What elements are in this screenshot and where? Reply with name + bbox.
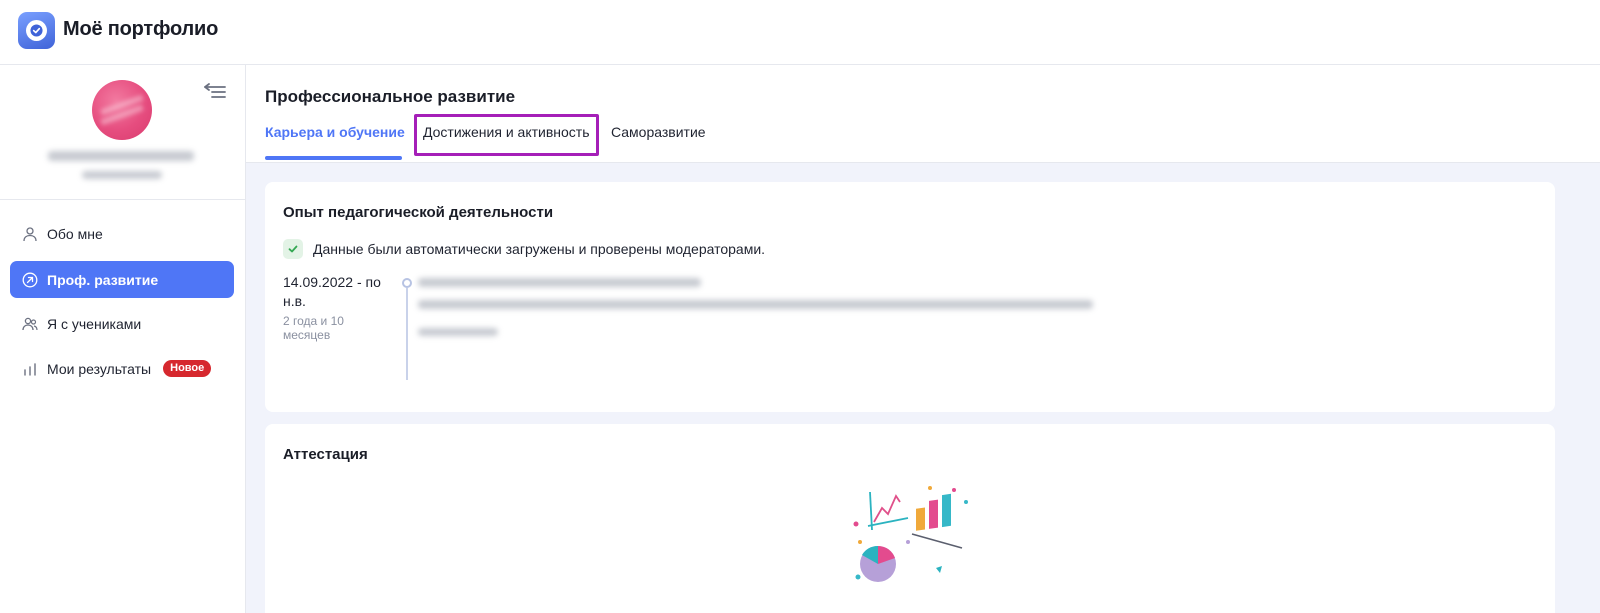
sidebar-item-students[interactable]: Я с учениками bbox=[10, 305, 234, 342]
new-badge: Новое bbox=[163, 360, 212, 377]
experience-duration: 2 года и 10 месяцев bbox=[283, 314, 344, 342]
sidebar: Обо мне Проф. развитие Я с учениками Мои… bbox=[0, 65, 246, 613]
arrow-up-right-circle-icon bbox=[22, 272, 38, 288]
collapse-sidebar-icon[interactable] bbox=[203, 81, 227, 101]
sidebar-divider bbox=[0, 199, 246, 200]
attestation-card: Аттестация bbox=[265, 424, 1555, 613]
sidebar-item-about[interactable]: Обо мне bbox=[10, 215, 234, 252]
check-icon bbox=[26, 20, 47, 41]
tab-achievements[interactable]: Достижения и активность bbox=[423, 124, 590, 140]
experience-card: Опыт педагогической деятельности Данные … bbox=[265, 182, 1555, 412]
bar-chart-icon bbox=[22, 361, 38, 377]
sidebar-item-label: Я с учениками bbox=[47, 315, 142, 332]
active-tab-indicator bbox=[265, 156, 402, 160]
check-icon bbox=[283, 239, 303, 259]
user-role-redacted bbox=[82, 171, 162, 179]
avatar[interactable] bbox=[92, 80, 152, 140]
app-logo[interactable] bbox=[18, 12, 55, 49]
position-redacted bbox=[418, 278, 701, 287]
tab-self-development[interactable]: Саморазвитие bbox=[611, 124, 706, 140]
tab-career[interactable]: Карьера и обучение bbox=[265, 124, 405, 140]
top-bar: Моё портфолио bbox=[0, 0, 1600, 65]
user-icon bbox=[22, 226, 38, 242]
sidebar-item-prof-development[interactable]: Проф. развитие bbox=[10, 261, 234, 298]
detail-redacted bbox=[418, 328, 498, 336]
sidebar-item-label: Обо мне bbox=[47, 225, 103, 242]
experience-period: 14.09.2022 - по н.в. bbox=[283, 274, 381, 309]
main-header: Профессиональное развитие Карьера и обуч… bbox=[246, 65, 1600, 163]
user-name-redacted bbox=[48, 151, 194, 161]
page-title: Профессиональное развитие bbox=[265, 87, 516, 106]
timeline-dot bbox=[402, 278, 412, 288]
users-icon bbox=[22, 316, 38, 332]
verified-text: Данные были автоматически загружены и пр… bbox=[313, 241, 766, 257]
sidebar-item-label: Проф. развитие bbox=[47, 271, 159, 288]
verified-notice: Данные были автоматически загружены и пр… bbox=[283, 239, 765, 259]
sidebar-item-label: Мои результаты bbox=[47, 360, 152, 377]
attestation-title: Аттестация bbox=[283, 446, 368, 463]
timeline-line bbox=[406, 288, 408, 380]
experience-title: Опыт педагогической деятельности bbox=[283, 204, 554, 221]
sidebar-item-results[interactable]: Мои результаты Новое bbox=[10, 350, 234, 387]
organization-redacted bbox=[418, 300, 1093, 309]
app-title: Моё портфолио bbox=[63, 18, 219, 40]
empty-state-illustration bbox=[850, 482, 975, 597]
